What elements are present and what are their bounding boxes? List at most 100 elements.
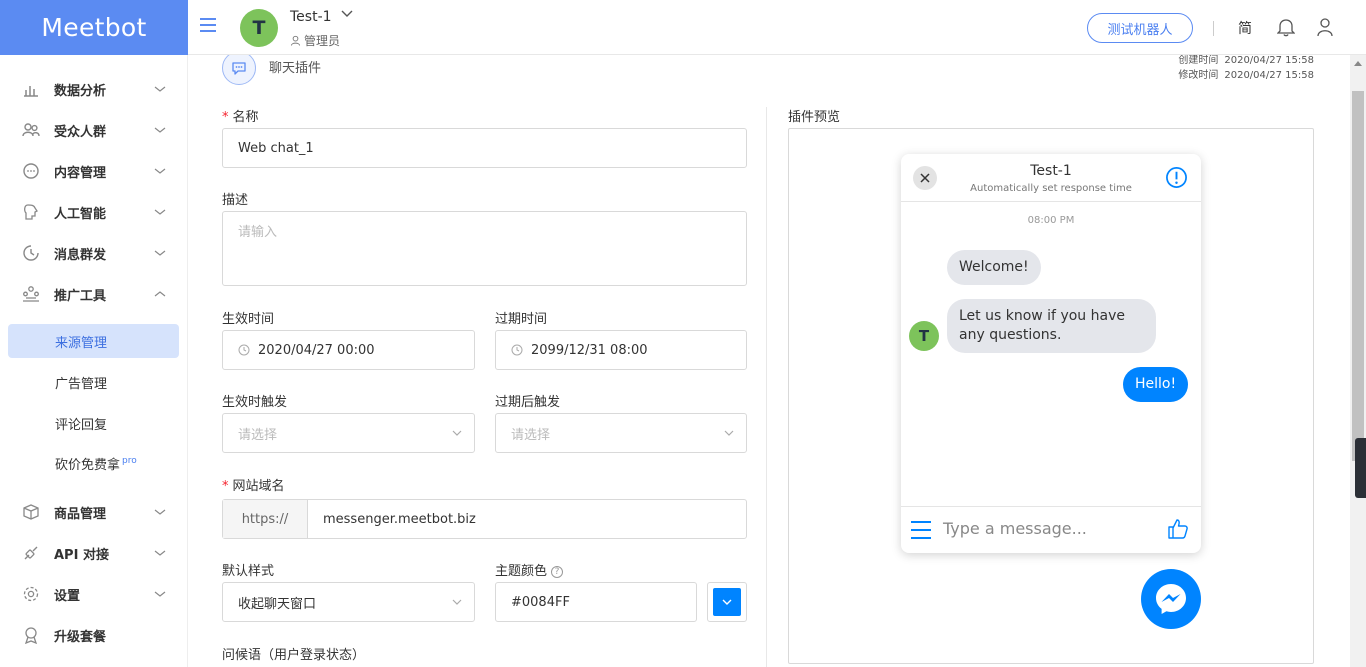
style-label: 默认样式 <box>222 564 275 579</box>
chevron-down-icon <box>154 209 166 215</box>
menu-icon[interactable] <box>911 521 931 539</box>
chat-plugin-icon <box>222 55 256 85</box>
chat-window-preview: Test-1 Automatically set response time 0… <box>901 154 1201 553</box>
chevron-down-icon[interactable] <box>341 8 353 20</box>
end-time-picker[interactable]: 2099/12/31 08:00 <box>495 330 747 370</box>
logo[interactable]: Meetbot <box>0 0 188 55</box>
trigger-start-select[interactable]: 请选择 <box>222 413 475 453</box>
account-name[interactable]: Test-1 <box>290 9 332 25</box>
chevron-down-icon <box>154 86 166 92</box>
sidebar-item-label: 推广工具 <box>54 288 107 304</box>
chevron-down-icon <box>154 591 166 597</box>
sidebar-item-label: 受众人群 <box>54 124 107 140</box>
sidebar-subitem-source[interactable]: 来源管理 <box>8 324 179 358</box>
test-bot-button[interactable]: 测试机器人 <box>1087 13 1193 43</box>
chevron-down-icon <box>154 250 166 256</box>
sidebar-subitem-label: 来源管理 <box>55 335 108 351</box>
created-label: 创建时间 <box>1178 55 1219 66</box>
sidebar-item-label: 内容管理 <box>54 165 107 181</box>
pro-badge: pro <box>122 456 137 467</box>
side-widget[interactable] <box>1355 438 1366 498</box>
sidebar-item-label: 消息群发 <box>54 247 107 263</box>
info-icon[interactable] <box>1165 166 1188 189</box>
sidebar-item-api[interactable]: API 对接 <box>0 533 188 573</box>
color-picker-button[interactable] <box>707 582 747 622</box>
chevron-down-icon <box>154 127 166 133</box>
chat-title: Test-1 <box>1030 163 1072 179</box>
sidebar-item-upgrade[interactable]: 升级套餐 <box>0 615 188 655</box>
thumbs-up-icon[interactable] <box>1166 517 1190 541</box>
description-textarea[interactable]: 请输入 <box>222 211 747 286</box>
scroll-up-arrow-icon[interactable] <box>1354 61 1362 66</box>
main-content: 聊天插件 创建时间 2020/04/27 15:58 修改时间 2020/04/27… <box>188 55 1350 667</box>
plugin-preview: Test-1 Automatically set response time 0… <box>788 128 1314 664</box>
bell-icon[interactable] <box>1277 17 1295 37</box>
chat-header: Test-1 Automatically set response time <box>901 154 1201 202</box>
top-bar: Meetbot T Test-1 管理员 测试机器人 简 <box>0 0 1366 55</box>
language-toggle[interactable]: 简 <box>1238 18 1252 38</box>
logo-text: Meetbot <box>41 13 147 42</box>
plugin-type-label: 聊天插件 <box>269 61 322 76</box>
sidebar-item-promotion[interactable]: 推广工具 <box>0 274 188 314</box>
sidebar-item-content[interactable]: 内容管理 <box>0 151 188 191</box>
start-time-picker[interactable]: 2020/04/27 00:00 <box>222 330 475 370</box>
theme-color-label: 主题颜色? <box>495 560 564 579</box>
user-icon[interactable] <box>1316 17 1334 37</box>
page-scrollbar[interactable] <box>1350 55 1366 667</box>
sidebar-item-audience[interactable]: 受众人群 <box>0 110 188 150</box>
modified-time: 修改时间 2020/04/27 15:58 <box>1178 66 1314 81</box>
account-avatar[interactable]: T <box>240 9 278 47</box>
chat-subtitle: Automatically set response time <box>970 183 1132 194</box>
sidebar-item-broadcast[interactable]: 消息群发 <box>0 233 188 273</box>
account-role: 管理员 <box>290 32 340 49</box>
divider <box>1213 21 1214 36</box>
style-select[interactable]: 收起聊天窗口 <box>222 582 475 622</box>
start-time-label: 生效时间 <box>222 312 275 327</box>
color-swatch <box>713 588 741 616</box>
name-input[interactable]: Web chat_1 <box>222 128 747 168</box>
users-icon <box>22 123 40 137</box>
messenger-launcher-icon[interactable] <box>1141 569 1201 629</box>
trigger-end-label: 过期后触发 <box>495 395 561 410</box>
gear-icon <box>23 586 39 602</box>
sidebar-item-analytics[interactable]: 数据分析 <box>0 69 188 109</box>
chevron-down-icon <box>154 550 166 556</box>
domain-label: * 网站域名 <box>222 479 285 494</box>
sidebar-item-settings[interactable]: 设置 <box>0 574 188 614</box>
promote-icon <box>23 286 39 302</box>
trigger-start-label: 生效时触发 <box>222 395 288 410</box>
preview-label: 插件预览 <box>788 110 841 125</box>
modified-value: 2020/04/27 15:58 <box>1224 70 1314 81</box>
end-time-label: 过期时间 <box>495 312 548 327</box>
sidebar-subitem-comments[interactable]: 评论回复 <box>8 406 179 440</box>
theme-color-input[interactable]: #0084FF <box>495 582 697 622</box>
chat-composer: Type a message... <box>901 506 1201 553</box>
scrollbar-thumb[interactable] <box>1352 91 1364 461</box>
sidebar-item-label: 数据分析 <box>54 83 107 99</box>
name-label: * 名称 <box>222 110 259 125</box>
ai-icon <box>24 204 38 220</box>
created-value: 2020/04/27 15:58 <box>1224 55 1314 66</box>
description-label: 描述 <box>222 193 249 208</box>
sidebar-subitem-label: 评论回复 <box>55 417 108 433</box>
chevron-down-icon <box>724 430 734 436</box>
domain-input[interactable]: https:// messenger.meetbot.biz <box>222 499 747 539</box>
sidebar-item-ai[interactable]: 人工智能 <box>0 192 188 232</box>
message-bubble: Welcome! <box>947 250 1041 285</box>
trigger-end-select[interactable]: 请选择 <box>495 413 747 453</box>
style-value: 收起聊天窗口 <box>238 596 317 612</box>
domain-prefix: https:// <box>223 500 308 538</box>
help-icon[interactable]: ? <box>551 566 564 578</box>
sidebar-item-products[interactable]: 商品管理 <box>0 492 188 532</box>
sidebar: 数据分析 受众人群 内容管理 人工智能 消息群发 推广工具 来源管理 广告管理 … <box>0 55 188 667</box>
message-bubble: Let us know if you have any questions. <box>947 299 1156 353</box>
message-input[interactable]: Type a message... <box>943 519 1087 538</box>
message-icon <box>23 163 39 179</box>
chevron-down-icon <box>452 430 462 436</box>
sidebar-subitem-bargain[interactable]: 砍价免费拿 pro <box>8 446 179 480</box>
chevron-down-icon <box>154 509 166 515</box>
sidebar-subitem-label: 砍价免费拿 pro <box>55 454 137 472</box>
end-time-value: 2099/12/31 08:00 <box>531 342 648 358</box>
sidebar-subitem-ads[interactable]: 广告管理 <box>8 365 179 399</box>
menu-toggle-icon[interactable] <box>200 18 216 34</box>
